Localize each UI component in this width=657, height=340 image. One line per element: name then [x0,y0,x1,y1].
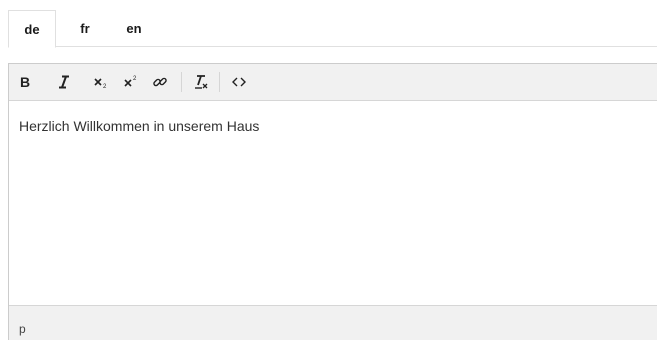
remove-format-icon [195,75,208,89]
toolbar-separator [181,72,182,92]
italic-button[interactable] [51,69,77,95]
editor-content-area[interactable]: Herzlich Willkommen in unserem Haus [9,101,657,305]
rich-text-editor: B 2 2 Herzlich Willkommen in unserem Hau… [8,63,657,340]
editor-paragraph[interactable]: Herzlich Willkommen in unserem Haus [19,118,647,134]
superscript-button[interactable]: 2 [118,69,144,95]
editor-statusbar: p [9,305,657,340]
tab-fr[interactable]: fr [70,10,100,47]
source-code-button[interactable] [226,69,252,95]
tab-label: de [24,21,40,37]
remove-format-button[interactable] [188,69,214,95]
svg-text:B: B [20,75,30,89]
tab-de[interactable]: de [8,10,56,48]
superscript-icon: 2 [124,76,137,87]
source-code-icon [232,77,246,87]
subscript-icon: 2 [94,78,107,90]
editor-toolbar: B 2 2 [9,64,657,101]
tab-en[interactable]: en [118,10,150,47]
tab-label: fr [80,21,90,36]
subscript-button[interactable]: 2 [88,69,114,95]
language-tabs: de fr en [8,0,657,48]
bold-icon: B [20,75,30,89]
link-icon [153,77,167,87]
svg-text:2: 2 [103,84,107,90]
bold-button[interactable]: B [12,69,38,95]
tab-label: en [126,21,142,36]
toolbar-separator [219,72,220,92]
svg-text:2: 2 [133,76,137,82]
link-button[interactable] [147,69,173,95]
italic-icon [59,75,69,89]
element-path[interactable]: p [19,322,26,336]
